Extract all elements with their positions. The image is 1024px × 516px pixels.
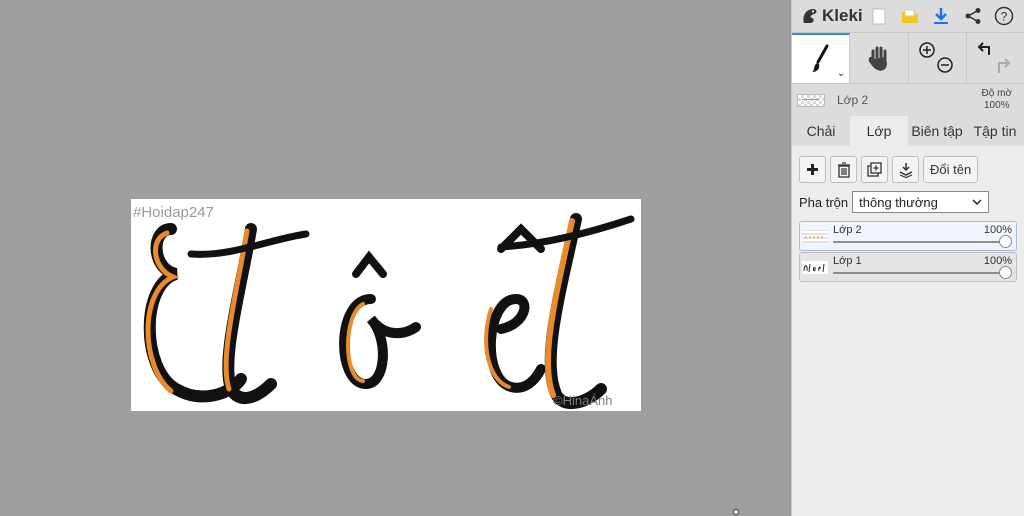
download-button[interactable] [926, 2, 957, 30]
delete-layer-button[interactable] [830, 156, 857, 183]
drawing-canvas[interactable]: #Hoidap247 ©HinaÁnh [131, 199, 641, 411]
undo-redo-tool[interactable] [967, 33, 1024, 83]
new-file-button[interactable] [863, 2, 894, 30]
watermark-right: ©HinaÁnh [553, 393, 612, 408]
zoom-tool[interactable] [909, 33, 967, 83]
brush-tool[interactable]: ⌄ [792, 33, 851, 83]
blend-mode-select[interactable]: thông thường [852, 191, 990, 213]
tab-file[interactable]: Tập tin [966, 116, 1024, 146]
layer-name: Lớp 1 [833, 255, 862, 267]
panel-tabs: Chải Lớp Biên tập Tập tin [792, 116, 1024, 146]
hand-icon [868, 46, 887, 71]
download-icon [934, 8, 949, 24]
layer-name: Lớp 2 [833, 224, 862, 236]
layers-tab-content: Đổi tên Pha trộn thông thường Lớp 2 100% [792, 146, 1024, 516]
share-button[interactable] [957, 2, 988, 30]
current-layer-thumbnail [797, 93, 825, 107]
current-layer-info: Lớp 2 Độ mờ 100% [792, 84, 1024, 116]
layer-opacity-slider-handle[interactable] [999, 235, 1012, 248]
cursor-indicator [733, 509, 739, 515]
layer-actions: Đổi tên [799, 156, 1017, 183]
tab-edit[interactable]: Biên tập [908, 116, 966, 146]
opacity-value: 100% [983, 100, 1010, 111]
side-panel: Kleki ? ⌄ Lớp 2 Độ mờ 100% Chải Lớp Biên… [791, 0, 1024, 516]
layer-opacity-slider[interactable] [833, 241, 1006, 243]
watermark-left: #Hoidap247 [133, 204, 214, 221]
layer-thumbnail [802, 261, 828, 274]
tab-brush[interactable]: Chải [792, 116, 850, 146]
layer-list: Lớp 2 100% Lớp 1 100% [799, 221, 1017, 282]
kleki-logo-icon [803, 9, 817, 23]
layer-opacity-slider[interactable] [833, 272, 1006, 274]
duplicate-icon [866, 161, 882, 177]
zoom-icon [919, 42, 953, 73]
layer-row[interactable]: Lớp 2 100% [799, 221, 1017, 251]
merge-down-icon [899, 162, 912, 178]
workspace[interactable]: #Hoidap247 ©HinaÁnh [0, 0, 791, 516]
app-name: Kleki [822, 6, 863, 25]
canvas-artwork: #Hoidap247 ©HinaÁnh [133, 204, 635, 409]
hand-tool[interactable] [850, 33, 909, 83]
svg-text:?: ? [1001, 10, 1008, 24]
chevron-down-icon [972, 198, 982, 205]
tool-bar: ⌄ [792, 32, 1024, 84]
top-bar: Kleki ? [792, 0, 1024, 32]
blend-mode-label: Pha trộn [799, 194, 849, 210]
layer-opacity: 100% [983, 224, 1012, 236]
share-icon [965, 8, 981, 24]
add-layer-button[interactable] [799, 156, 826, 183]
help-button[interactable]: ? [989, 2, 1020, 30]
rename-layer-button[interactable]: Đổi tên [923, 156, 979, 183]
undo-redo-icon [977, 42, 1011, 73]
layer-thumbnail [802, 230, 828, 243]
chevron-down-icon[interactable]: ⌄ [837, 68, 845, 79]
duplicate-layer-button[interactable] [861, 156, 888, 183]
current-layer-name: Lớp 2 [837, 93, 869, 107]
tab-layers[interactable]: Lớp [850, 116, 908, 146]
brush-icon [811, 44, 829, 72]
merge-down-button[interactable] [892, 156, 919, 183]
layer-opacity-slider-handle[interactable] [999, 266, 1012, 279]
blend-mode-row: Pha trộn thông thường [799, 191, 1017, 213]
current-layer-opacity: Độ mờ 100% [982, 88, 1012, 112]
layer-opacity: 100% [983, 255, 1012, 267]
blend-mode-value: thông thường [859, 194, 938, 210]
trash-icon [837, 161, 850, 178]
help-icon: ? [995, 6, 1014, 26]
opacity-label: Độ mờ [981, 88, 1012, 99]
open-folder-icon [901, 9, 918, 23]
new-file-icon [872, 8, 886, 24]
open-folder-button[interactable] [894, 2, 925, 30]
layer-row[interactable]: Lớp 1 100% [799, 252, 1017, 282]
app-logo[interactable]: Kleki [800, 6, 863, 26]
plus-icon [807, 164, 818, 175]
